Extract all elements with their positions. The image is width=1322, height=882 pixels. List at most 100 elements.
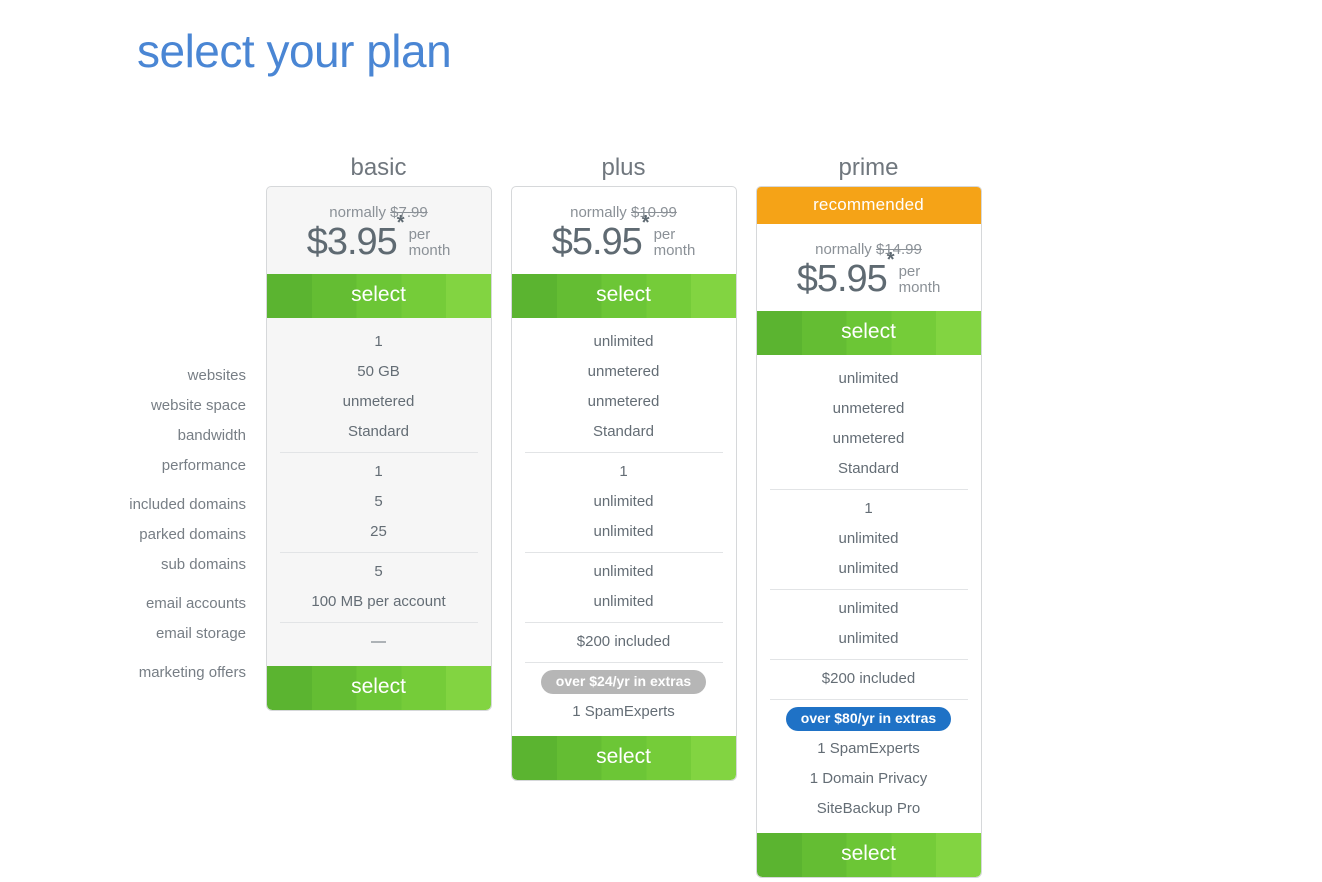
price-line-prime: $5.95* per month	[757, 249, 981, 300]
price-asterisk: *	[396, 212, 405, 235]
feature-group: unlimited unmetered unmetered Standard	[512, 318, 736, 452]
feature-group: 1 unlimited unlimited	[524, 452, 723, 552]
price-box-plus: normally $10.99 $5.95* per month	[512, 187, 736, 274]
feature-value-sub-domains: unlimited	[593, 523, 654, 540]
feature-value-websites: unlimited	[593, 333, 654, 350]
price-amount-plus: $5.95*	[551, 212, 650, 263]
feature-value-email-accounts: unlimited	[838, 600, 899, 617]
price-period-basic: per month	[409, 222, 451, 259]
feature-label-bandwidth: bandwidth	[177, 427, 246, 444]
feature-label-email-storage: email storage	[155, 625, 246, 642]
price-amount-prime: $5.95*	[796, 249, 895, 300]
feature-value-performance: Standard	[593, 423, 654, 440]
feature-group: unlimited unlimited	[769, 589, 968, 659]
normally-struck-price: $7.99	[390, 204, 428, 221]
price-asterisk: *	[886, 249, 895, 272]
normally-struck-price: $14.99	[875, 241, 922, 258]
select-button-prime-top[interactable]: select	[756, 311, 981, 355]
normally-struck-price: $10.99	[630, 204, 677, 221]
feature-label-column: websites website space bandwidth perform…	[100, 150, 256, 688]
feature-value-included-domains: 1	[864, 500, 873, 517]
plan-column-prime: prime recommended normally $14.99 $5.95*…	[746, 150, 991, 878]
recommended-badge: recommended	[756, 187, 981, 224]
price-line-plus: $5.95* per month	[512, 212, 736, 263]
price-amount-basic: $3.95*	[306, 212, 405, 263]
month-word: month	[653, 242, 696, 259]
feature-label-marketing-offers: marketing offers	[138, 664, 246, 681]
feature-value-bandwidth: unmetered	[587, 393, 660, 410]
select-button-prime-bottom[interactable]: select	[756, 833, 981, 877]
feature-group: —	[279, 622, 478, 666]
normally-price-plus: normally $10.99	[512, 204, 736, 221]
feature-value-email-storage: unlimited	[593, 593, 654, 610]
feature-value-sub-domains: 25	[370, 523, 387, 540]
feature-group: $200 included	[769, 659, 968, 699]
select-button-plus-bottom[interactable]: select	[511, 736, 736, 780]
feature-value-bandwidth: unmetered	[342, 393, 415, 410]
feature-group: 1 unlimited unlimited	[769, 489, 968, 589]
price-box-basic: normally $7.99 $3.95* per month	[267, 187, 491, 274]
feature-value-parked-domains: unlimited	[838, 530, 899, 547]
feature-value-parked-domains: unlimited	[593, 493, 654, 510]
feature-label-websites: websites	[187, 367, 246, 384]
pricing-page: select your plan websites website space …	[0, 0, 1322, 882]
feature-label-included-domains: included domains	[129, 496, 246, 513]
month-word: month	[898, 279, 941, 296]
feature-value-email-accounts: unlimited	[593, 563, 654, 580]
extras-item: 1 SpamExperts	[817, 740, 920, 757]
extras-badge-plus: over $24/yr in extras	[540, 670, 707, 694]
feature-value-parked-domains: 5	[374, 493, 383, 510]
extras-item: 1 SpamExperts	[572, 703, 675, 720]
feature-label-email-accounts: email accounts	[145, 595, 246, 612]
feature-value-websites: unlimited	[838, 370, 899, 387]
label-group-gap	[100, 481, 256, 490]
extras-group: over $24/yr in extras 1 SpamExperts	[524, 662, 723, 736]
per-word: per	[408, 226, 431, 243]
feature-value-bandwidth: unmetered	[832, 430, 905, 447]
extras-pill-row: over $80/yr in extras	[770, 704, 968, 734]
price-line-basic: $3.95* per month	[267, 212, 491, 263]
label-group-gap	[100, 649, 256, 658]
plan-name-basic: basic	[350, 154, 407, 181]
normally-prefix: normally	[570, 204, 627, 221]
select-button-plus-top[interactable]: select	[511, 274, 736, 318]
feature-value-website-space: unmetered	[587, 363, 660, 380]
feature-value-sub-domains: unlimited	[838, 560, 899, 577]
feature-value-website-space: unmetered	[832, 400, 905, 417]
feature-value-email-storage: unlimited	[838, 630, 899, 647]
feature-label-website-space: website space	[150, 397, 246, 414]
plan-name-plus: plus	[601, 154, 646, 181]
plan-column-basic: basic normally $7.99 $3.95* per month se…	[256, 150, 501, 711]
normally-price-prime: normally $14.99	[757, 241, 981, 258]
feature-list-prime: unlimited unmetered unmetered Standard 1…	[757, 355, 981, 833]
feature-label-sub-domains: sub domains	[160, 556, 246, 573]
feature-group: 5 100 MB per account	[279, 552, 478, 622]
feature-label-parked-domains: parked domains	[139, 526, 246, 543]
extras-group: over $80/yr in extras 1 SpamExperts 1 Do…	[769, 699, 968, 833]
feature-value-email-storage: 100 MB per account	[311, 593, 446, 610]
extras-badge-prime: over $80/yr in extras	[785, 707, 952, 731]
price-asterisk: *	[641, 212, 650, 235]
normally-price-basic: normally $7.99	[267, 204, 491, 221]
page-title: select your plan	[137, 25, 452, 77]
feature-value-email-accounts: 5	[374, 563, 383, 580]
plan-column-plus: plus normally $10.99 $5.95* per month se…	[501, 150, 746, 781]
plans-grid: websites website space bandwidth perform…	[100, 150, 1000, 878]
plan-card-prime: recommended normally $14.99 $5.95* per m…	[755, 186, 982, 878]
feature-value-performance: Standard	[348, 423, 409, 440]
feature-group: 1 50 GB unmetered Standard	[267, 318, 491, 452]
plan-card-basic: normally $7.99 $3.95* per month select 1…	[265, 186, 492, 711]
plan-card-plus: normally $10.99 $5.95* per month select	[510, 186, 737, 781]
feature-value-included-domains: 1	[619, 463, 628, 480]
select-button-basic-top[interactable]: select	[266, 274, 491, 318]
normally-prefix: normally	[815, 241, 872, 258]
plan-name-prime: prime	[838, 154, 899, 181]
feature-value-included-domains: 1	[374, 463, 383, 480]
select-button-basic-bottom[interactable]: select	[266, 666, 491, 710]
feature-group: unlimited unlimited	[524, 552, 723, 622]
price-period-plus: per month	[654, 222, 696, 259]
month-word: month	[408, 242, 451, 259]
feature-group: $200 included	[524, 622, 723, 662]
extras-item: SiteBackup Pro	[816, 800, 921, 817]
feature-group: 1 5 25	[279, 452, 478, 552]
